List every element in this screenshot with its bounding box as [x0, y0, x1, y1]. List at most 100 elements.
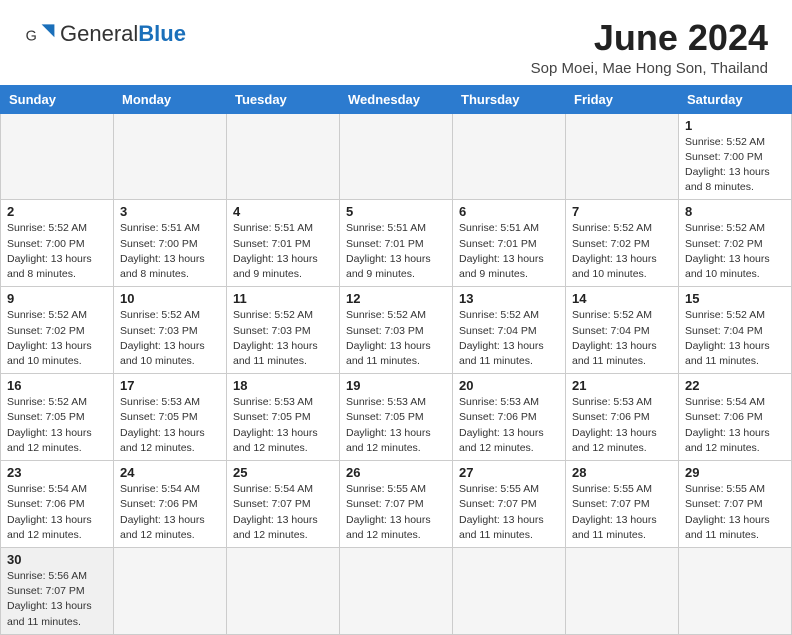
title-block: June 2024 Sop Moei, Mae Hong Son, Thaila…	[531, 18, 768, 77]
day-number: 24	[120, 465, 220, 480]
day-info: Sunrise: 5:55 AM Sunset: 7:07 PM Dayligh…	[346, 482, 446, 543]
logo-icon: G	[24, 18, 56, 50]
week-row-2: 9 Sunrise: 5:52 AM Sunset: 7:02 PM Daylig…	[1, 287, 792, 374]
day-info: Sunrise: 5:51 AM Sunset: 7:01 PM Dayligh…	[233, 221, 333, 282]
day-cell: 9 Sunrise: 5:52 AM Sunset: 7:02 PM Daylig…	[1, 287, 114, 374]
day-info: Sunrise: 5:53 AM Sunset: 7:06 PM Dayligh…	[459, 395, 559, 456]
day-cell: 1Sunrise: 5:52 AM Sunset: 7:00 PM Daylig…	[679, 113, 792, 200]
day-cell	[227, 113, 340, 200]
day-number: 2	[7, 204, 107, 219]
day-info: Sunrise: 5:52 AM Sunset: 7:03 PM Dayligh…	[346, 308, 446, 369]
day-info: Sunrise: 5:52 AM Sunset: 7:00 PM Dayligh…	[7, 221, 107, 282]
day-info: Sunrise: 5:51 AM Sunset: 7:01 PM Dayligh…	[346, 221, 446, 282]
day-number: 22	[685, 378, 785, 393]
day-cell	[1, 113, 114, 200]
day-cell	[114, 113, 227, 200]
day-header-friday: Friday	[566, 85, 679, 113]
month-title: June 2024	[531, 18, 768, 58]
day-number: 7	[572, 204, 672, 219]
day-cell: 14Sunrise: 5:52 AM Sunset: 7:04 PM Dayli…	[566, 287, 679, 374]
day-cell: 19 Sunrise: 5:53 AM Sunset: 7:05 PM Dayli…	[340, 374, 453, 461]
day-info: Sunrise: 5:52 AM Sunset: 7:04 PM Dayligh…	[572, 308, 672, 369]
day-cell	[453, 547, 566, 634]
day-info: Sunrise: 5:53 AM Sunset: 7:06 PM Dayligh…	[572, 395, 672, 456]
day-cell: 16 Sunrise: 5:52 AM Sunset: 7:05 PM Dayli…	[1, 374, 114, 461]
day-number: 26	[346, 465, 446, 480]
week-row-5: 30 Sunrise: 5:56 AM Sunset: 7:07 PM Dayli…	[1, 547, 792, 634]
day-cell	[566, 113, 679, 200]
day-info: Sunrise: 5:54 AM Sunset: 7:07 PM Dayligh…	[233, 482, 333, 543]
day-cell: 28 Sunrise: 5:55 AM Sunset: 7:07 PM Dayli…	[566, 461, 679, 548]
logo-text: GeneralBlue	[60, 23, 186, 45]
week-row-1: 2 Sunrise: 5:52 AM Sunset: 7:00 PM Daylig…	[1, 200, 792, 287]
day-info: Sunrise: 5:52 AM Sunset: 7:02 PM Dayligh…	[7, 308, 107, 369]
day-cell: 6 Sunrise: 5:51 AM Sunset: 7:01 PM Daylig…	[453, 200, 566, 287]
day-info: Sunrise: 5:52 AM Sunset: 7:00 PM Dayligh…	[685, 135, 785, 196]
day-info: Sunrise: 5:52 AM Sunset: 7:03 PM Dayligh…	[120, 308, 220, 369]
week-row-3: 16 Sunrise: 5:52 AM Sunset: 7:05 PM Dayli…	[1, 374, 792, 461]
day-cell: 24Sunrise: 5:54 AM Sunset: 7:06 PM Dayli…	[114, 461, 227, 548]
day-info: Sunrise: 5:55 AM Sunset: 7:07 PM Dayligh…	[572, 482, 672, 543]
svg-text:G: G	[26, 28, 37, 44]
day-cell: 29 Sunrise: 5:55 AM Sunset: 7:07 PM Dayli…	[679, 461, 792, 548]
week-row-0: 1Sunrise: 5:52 AM Sunset: 7:00 PM Daylig…	[1, 113, 792, 200]
day-cell: 18 Sunrise: 5:53 AM Sunset: 7:05 PM Dayli…	[227, 374, 340, 461]
day-info: Sunrise: 5:52 AM Sunset: 7:03 PM Dayligh…	[233, 308, 333, 369]
day-cell: 11 Sunrise: 5:52 AM Sunset: 7:03 PM Dayli…	[227, 287, 340, 374]
day-cell: 27Sunrise: 5:55 AM Sunset: 7:07 PM Dayli…	[453, 461, 566, 548]
day-number: 3	[120, 204, 220, 219]
day-cell: 2 Sunrise: 5:52 AM Sunset: 7:00 PM Daylig…	[1, 200, 114, 287]
day-number: 17	[120, 378, 220, 393]
day-cell: 12 Sunrise: 5:52 AM Sunset: 7:03 PM Dayli…	[340, 287, 453, 374]
calendar-header-row: SundayMondayTuesdayWednesdayThursdayFrid…	[1, 85, 792, 113]
page-header: G GeneralBlue June 2024 Sop Moei, Mae Ho…	[0, 0, 792, 85]
day-number: 29	[685, 465, 785, 480]
day-cell: 13Sunrise: 5:52 AM Sunset: 7:04 PM Dayli…	[453, 287, 566, 374]
day-info: Sunrise: 5:51 AM Sunset: 7:01 PM Dayligh…	[459, 221, 559, 282]
day-header-sunday: Sunday	[1, 85, 114, 113]
day-info: Sunrise: 5:55 AM Sunset: 7:07 PM Dayligh…	[459, 482, 559, 543]
day-info: Sunrise: 5:52 AM Sunset: 7:02 PM Dayligh…	[572, 221, 672, 282]
day-cell	[453, 113, 566, 200]
day-header-wednesday: Wednesday	[340, 85, 453, 113]
day-info: Sunrise: 5:53 AM Sunset: 7:05 PM Dayligh…	[233, 395, 333, 456]
day-info: Sunrise: 5:52 AM Sunset: 7:05 PM Dayligh…	[7, 395, 107, 456]
day-cell: 4 Sunrise: 5:51 AM Sunset: 7:01 PM Daylig…	[227, 200, 340, 287]
day-number: 30	[7, 552, 107, 567]
day-header-monday: Monday	[114, 85, 227, 113]
day-info: Sunrise: 5:52 AM Sunset: 7:02 PM Dayligh…	[685, 221, 785, 282]
day-info: Sunrise: 5:53 AM Sunset: 7:05 PM Dayligh…	[120, 395, 220, 456]
day-info: Sunrise: 5:53 AM Sunset: 7:05 PM Dayligh…	[346, 395, 446, 456]
day-number: 19	[346, 378, 446, 393]
day-number: 11	[233, 291, 333, 306]
day-cell: 10Sunrise: 5:52 AM Sunset: 7:03 PM Dayli…	[114, 287, 227, 374]
day-info: Sunrise: 5:54 AM Sunset: 7:06 PM Dayligh…	[7, 482, 107, 543]
day-number: 16	[7, 378, 107, 393]
day-cell: 23Sunrise: 5:54 AM Sunset: 7:06 PM Dayli…	[1, 461, 114, 548]
day-cell	[227, 547, 340, 634]
logo: G GeneralBlue	[24, 18, 186, 50]
day-cell: 3 Sunrise: 5:51 AM Sunset: 7:00 PM Daylig…	[114, 200, 227, 287]
day-info: Sunrise: 5:56 AM Sunset: 7:07 PM Dayligh…	[7, 569, 107, 630]
day-number: 4	[233, 204, 333, 219]
day-number: 9	[7, 291, 107, 306]
day-number: 5	[346, 204, 446, 219]
day-number: 20	[459, 378, 559, 393]
day-info: Sunrise: 5:55 AM Sunset: 7:07 PM Dayligh…	[685, 482, 785, 543]
day-number: 28	[572, 465, 672, 480]
day-cell: 22 Sunrise: 5:54 AM Sunset: 7:06 PM Dayli…	[679, 374, 792, 461]
calendar-table: SundayMondayTuesdayWednesdayThursdayFrid…	[0, 85, 792, 635]
day-info: Sunrise: 5:54 AM Sunset: 7:06 PM Dayligh…	[685, 395, 785, 456]
day-cell	[566, 547, 679, 634]
day-info: Sunrise: 5:51 AM Sunset: 7:00 PM Dayligh…	[120, 221, 220, 282]
day-number: 13	[459, 291, 559, 306]
day-number: 6	[459, 204, 559, 219]
week-row-4: 23Sunrise: 5:54 AM Sunset: 7:06 PM Dayli…	[1, 461, 792, 548]
day-number: 18	[233, 378, 333, 393]
day-cell	[340, 547, 453, 634]
day-cell	[114, 547, 227, 634]
day-cell: 26 Sunrise: 5:55 AM Sunset: 7:07 PM Dayli…	[340, 461, 453, 548]
day-number: 12	[346, 291, 446, 306]
day-cell: 21Sunrise: 5:53 AM Sunset: 7:06 PM Dayli…	[566, 374, 679, 461]
day-cell: 15Sunrise: 5:52 AM Sunset: 7:04 PM Dayli…	[679, 287, 792, 374]
